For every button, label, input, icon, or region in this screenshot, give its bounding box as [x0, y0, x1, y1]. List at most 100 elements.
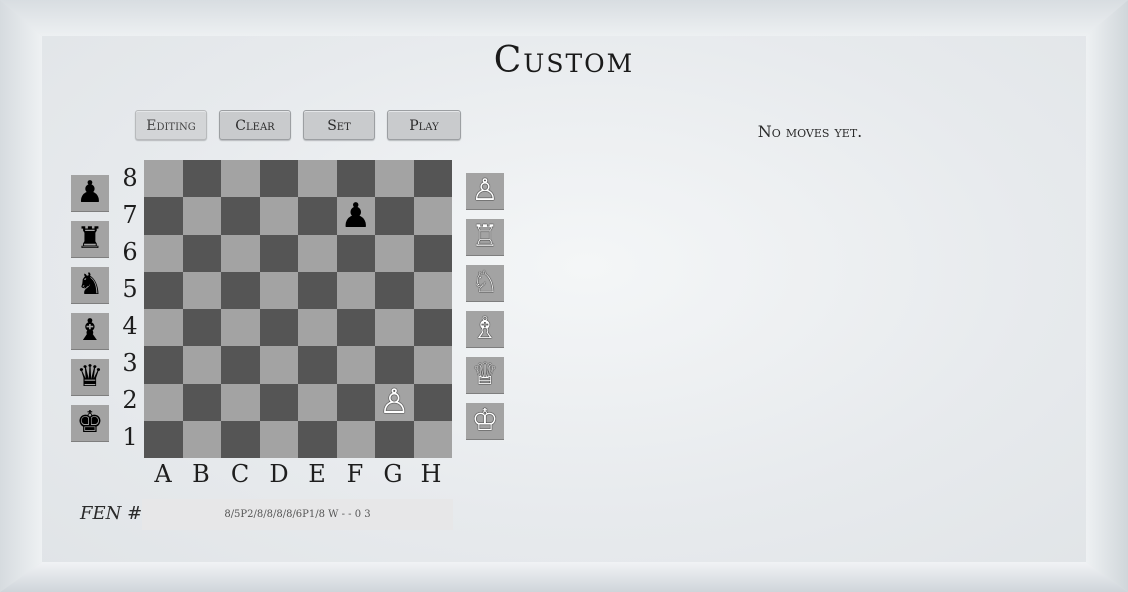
- palette-white-pawn[interactable]: ♙: [466, 173, 504, 209]
- square-c7[interactable]: [221, 197, 260, 235]
- square-b3[interactable]: [182, 346, 221, 384]
- palette-black-pawn[interactable]: ♟: [71, 175, 109, 211]
- square-h1[interactable]: [413, 420, 452, 458]
- square-g6[interactable]: [375, 234, 414, 272]
- square-h5[interactable]: [413, 271, 452, 309]
- play-button[interactable]: Play: [387, 110, 461, 140]
- square-a6[interactable]: [144, 234, 183, 272]
- square-h2[interactable]: [413, 383, 452, 421]
- square-b2[interactable]: [182, 383, 221, 421]
- square-b8[interactable]: [182, 160, 221, 198]
- black-queen-icon: ♛: [76, 359, 104, 394]
- square-b6[interactable]: [182, 234, 221, 272]
- rank-label: 6: [122, 238, 138, 266]
- square-e1[interactable]: [298, 420, 337, 458]
- square-h6[interactable]: [413, 234, 452, 272]
- square-f4[interactable]: [336, 309, 375, 347]
- square-d1[interactable]: [259, 420, 298, 458]
- square-f2[interactable]: [336, 383, 375, 421]
- square-d5[interactable]: [259, 271, 298, 309]
- square-h3[interactable]: [413, 346, 452, 384]
- square-e5[interactable]: [298, 271, 337, 309]
- palette-white-queen[interactable]: ♕: [466, 357, 504, 393]
- square-a8[interactable]: [144, 160, 183, 198]
- square-f3[interactable]: [336, 346, 375, 384]
- fen-label: FEN #: [80, 503, 143, 524]
- square-g5[interactable]: [375, 271, 414, 309]
- square-h4[interactable]: [413, 309, 452, 347]
- file-label: H: [420, 460, 442, 488]
- square-e7[interactable]: [298, 197, 337, 235]
- rank-label: 8: [122, 164, 138, 192]
- square-g4[interactable]: [375, 309, 414, 347]
- square-f1[interactable]: [336, 420, 375, 458]
- square-a5[interactable]: [144, 271, 183, 309]
- square-f6[interactable]: [336, 234, 375, 272]
- palette-white-knight[interactable]: ♘: [466, 265, 504, 301]
- square-e6[interactable]: [298, 234, 337, 272]
- square-a7[interactable]: [144, 197, 183, 235]
- file-label: A: [154, 460, 172, 488]
- square-c8[interactable]: [221, 160, 260, 198]
- white-queen-icon: ♕: [471, 357, 499, 392]
- rank-label: 4: [122, 312, 138, 340]
- square-d7[interactable]: [259, 197, 298, 235]
- set-button[interactable]: Set: [303, 110, 375, 140]
- frame-bevel-left: [0, 0, 42, 592]
- rank-label: 1: [122, 423, 138, 451]
- square-e8[interactable]: [298, 160, 337, 198]
- square-a1[interactable]: [144, 420, 183, 458]
- rank-label: 5: [122, 275, 138, 303]
- square-d6[interactable]: [259, 234, 298, 272]
- square-e4[interactable]: [298, 309, 337, 347]
- square-g1[interactable]: [375, 420, 414, 458]
- rank-label: 7: [122, 201, 138, 229]
- palette-black-queen[interactable]: ♛: [71, 359, 109, 395]
- white-pawn-icon[interactable]: ♙: [379, 385, 409, 419]
- square-c2[interactable]: [221, 383, 260, 421]
- palette-white-rook[interactable]: ♖: [466, 219, 504, 255]
- palette-white-bishop[interactable]: ♗: [466, 311, 504, 347]
- square-g3[interactable]: [375, 346, 414, 384]
- square-g8[interactable]: [375, 160, 414, 198]
- palette-black-bishop[interactable]: ♝: [71, 313, 109, 349]
- black-pawn-icon[interactable]: ♟: [341, 199, 371, 233]
- square-g7[interactable]: [375, 197, 414, 235]
- square-f5[interactable]: [336, 271, 375, 309]
- black-rook-icon: ♜: [76, 221, 104, 256]
- square-d4[interactable]: [259, 309, 298, 347]
- square-c4[interactable]: [221, 309, 260, 347]
- clear-button[interactable]: Clear: [219, 110, 291, 140]
- square-f7[interactable]: ♟: [336, 197, 375, 235]
- move-list-status: No moves yet.: [757, 122, 863, 141]
- square-d2[interactable]: [259, 383, 298, 421]
- palette-black-king[interactable]: ♚: [71, 405, 109, 441]
- square-a3[interactable]: [144, 346, 183, 384]
- square-a4[interactable]: [144, 309, 183, 347]
- square-h7[interactable]: [413, 197, 452, 235]
- file-label: C: [230, 460, 250, 488]
- square-e3[interactable]: [298, 346, 337, 384]
- square-c3[interactable]: [221, 346, 260, 384]
- editing-button[interactable]: Editing: [135, 110, 207, 140]
- square-b1[interactable]: [182, 420, 221, 458]
- square-d3[interactable]: [259, 346, 298, 384]
- square-c6[interactable]: [221, 234, 260, 272]
- square-a2[interactable]: [144, 383, 183, 421]
- palette-white-king[interactable]: ♔: [466, 403, 504, 439]
- square-b5[interactable]: [182, 271, 221, 309]
- palette-black-knight[interactable]: ♞: [71, 267, 109, 303]
- square-c5[interactable]: [221, 271, 260, 309]
- frame-bevel-bottom: [0, 562, 1128, 592]
- square-e2[interactable]: [298, 383, 337, 421]
- square-d8[interactable]: [259, 160, 298, 198]
- palette-black-rook[interactable]: ♜: [71, 221, 109, 257]
- square-g2[interactable]: ♙: [375, 383, 414, 421]
- chess-board[interactable]: ♟ ♙: [144, 160, 452, 458]
- square-h8[interactable]: [413, 160, 452, 198]
- fen-field[interactable]: 8/5P2/8/8/8/8/6P1/8 W - - 0 3: [142, 499, 453, 530]
- square-b7[interactable]: [182, 197, 221, 235]
- square-c1[interactable]: [221, 420, 260, 458]
- square-b4[interactable]: [182, 309, 221, 347]
- square-f8[interactable]: [336, 160, 375, 198]
